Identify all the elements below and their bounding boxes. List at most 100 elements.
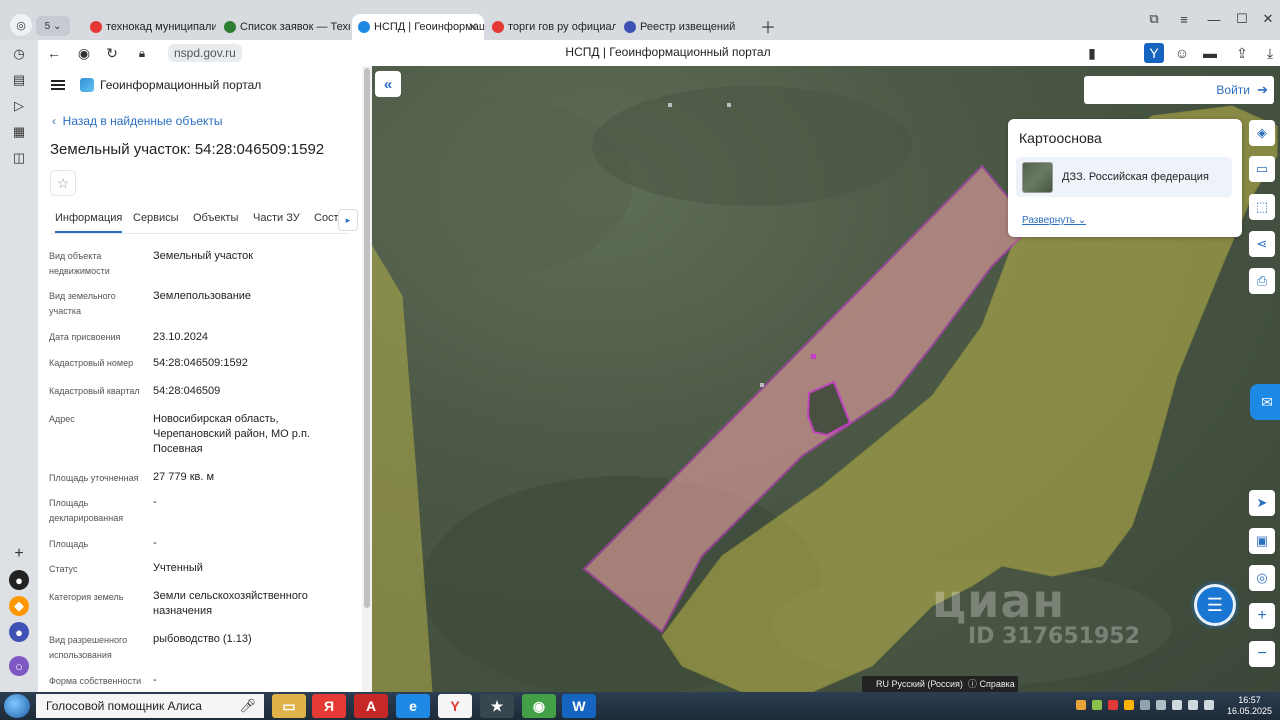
navigate-icon[interactable]: ➤ <box>1249 490 1275 516</box>
language-icon[interactable] <box>1204 700 1214 710</box>
music-icon[interactable]: ● <box>9 570 29 590</box>
field-value: Учтенный <box>153 562 203 574</box>
tray-icon[interactable] <box>1140 700 1150 710</box>
scrollbar-thumb[interactable] <box>364 68 370 608</box>
microphone-icon[interactable]: 🎤︎ <box>239 694 256 718</box>
yandex-favicon-icon <box>492 21 504 33</box>
field-value: - <box>153 496 157 508</box>
collections-icon[interactable]: ⧉ <box>1142 8 1166 30</box>
browser-tab[interactable]: Реестр извещений <box>618 14 750 40</box>
zone-polygon-left[interactable] <box>372 245 433 692</box>
taskbar-clock[interactable]: 16:57 16.05.2025 <box>1227 695 1272 717</box>
tray-icon[interactable] <box>1124 700 1134 710</box>
tabs-scroll-right-icon[interactable]: ▸ <box>338 209 358 231</box>
info-tabs: Информация Сервисы Объекты Части ЗУ Сост… <box>50 206 350 234</box>
file-explorer-icon[interactable]: ▭ <box>272 694 306 718</box>
minimap-icon[interactable]: ▣ <box>1249 528 1275 554</box>
tray-icon[interactable] <box>1156 700 1166 710</box>
browser-tab[interactable]: технокад муниципалитет <box>84 14 216 40</box>
start-icon[interactable] <box>4 694 30 718</box>
windows-taskbar: Голосовой помощник Алиса 🎤︎ ▭ Я A e Y ★ … <box>0 692 1280 720</box>
alice-icon[interactable]: ○ <box>9 656 29 676</box>
menu-icon[interactable] <box>51 80 65 90</box>
share-icon[interactable]: ⇪ <box>1232 43 1252 63</box>
browser-tab-active[interactable]: НСПД | Геоинформаци ✕ <box>352 14 484 40</box>
zoom-out-icon[interactable]: − <box>1249 641 1275 667</box>
mail-favicon-icon <box>224 21 236 33</box>
vertex-marker[interactable] <box>811 354 816 359</box>
locate-icon[interactable]: ◎ <box>1249 565 1275 591</box>
screenshot-icon[interactable]: ◫ <box>9 148 29 168</box>
add-icon[interactable]: + <box>9 544 29 564</box>
yandex-browser-icon[interactable]: Y <box>438 694 472 718</box>
chat-icon[interactable]: ☰ <box>1194 584 1236 626</box>
registry-favicon-icon <box>624 21 636 33</box>
clock-date: 16.05.2025 <box>1226 706 1272 716</box>
tray-icon[interactable] <box>1092 700 1102 710</box>
login-label: Войти <box>1216 83 1250 97</box>
ruler-icon[interactable]: ▭ <box>1249 156 1275 182</box>
panel-scrollbar[interactable] <box>362 66 372 692</box>
tab-objects[interactable]: Объекты <box>193 212 238 224</box>
back-arrow-icon[interactable]: ← <box>44 43 64 63</box>
bookmark-icon[interactable]: ▮ <box>1082 43 1102 63</box>
tab-counter[interactable]: 5 ⌄ <box>36 16 70 36</box>
field-label: Форма собственности <box>49 676 142 686</box>
messenger-icon[interactable]: ● <box>9 622 29 642</box>
internet-explorer-icon[interactable]: e <box>396 694 430 718</box>
vertex-marker[interactable] <box>727 103 731 107</box>
browser-logo-icon[interactable]: ◎ <box>10 14 32 36</box>
favorite-star-icon[interactable]: ☆ <box>50 170 76 196</box>
chrome-icon[interactable]: ◉ <box>522 694 556 718</box>
new-tab-icon[interactable]: ＋ <box>756 15 780 37</box>
address-bar: ← ◉ ↻ 🔒︎ nspd.gov.ru НСПД | Геоинформаци… <box>38 40 1280 66</box>
zoom-in-icon[interactable]: + <box>1249 603 1275 629</box>
yandex-icon[interactable]: Я <box>312 694 346 718</box>
tab-services[interactable]: Сервисы <box>133 212 179 224</box>
word-icon[interactable]: W <box>562 694 596 718</box>
maximize-icon[interactable]: ☐ <box>1230 8 1254 30</box>
play-icon[interactable]: ▷ <box>9 96 29 116</box>
media-app-icon[interactable]: ★ <box>480 694 514 718</box>
minimize-icon[interactable]: — <box>1202 8 1226 30</box>
vertex-marker[interactable] <box>668 103 672 107</box>
share-icon[interactable]: ⋖ <box>1249 231 1275 257</box>
pdf-reader-icon[interactable]: A <box>354 694 388 718</box>
browser-tab[interactable]: Список заявок — ТехноК <box>218 14 350 40</box>
tray-icon[interactable] <box>1076 700 1086 710</box>
tab-information[interactable]: Информация <box>55 212 123 233</box>
downloads-icon[interactable]: ▬ <box>1200 43 1220 63</box>
tray-icon[interactable] <box>1108 700 1118 710</box>
history-icon[interactable]: ◷ <box>9 44 29 64</box>
volume-icon[interactable] <box>1188 700 1198 710</box>
network-icon[interactable] <box>1172 700 1182 710</box>
tab-parts[interactable]: Части ЗУ <box>253 212 300 224</box>
browser-tab[interactable]: торги гов ру официальнь <box>486 14 616 40</box>
print-icon[interactable]: ⎙ <box>1249 268 1275 294</box>
notes-icon[interactable]: ▤ <box>9 70 29 90</box>
market-icon[interactable]: ◆ <box>9 596 29 616</box>
back-to-results-link[interactable]: ‹ Назад в найденные объекты <box>52 114 223 128</box>
select-area-icon[interactable]: ⬚ <box>1249 194 1275 220</box>
promo-tab-icon[interactable]: ✉ <box>1250 384 1280 420</box>
voice-assistant-field[interactable]: Голосовой помощник Алиса 🎤︎ <box>36 694 264 718</box>
vertex-marker[interactable] <box>760 383 764 387</box>
close-tab-icon[interactable]: ✕ <box>468 20 478 34</box>
extension-icon[interactable]: Y <box>1144 43 1164 63</box>
language-bar[interactable]: RU Русский (Россия) ⓘ Справка <box>862 676 1018 692</box>
reload-icon[interactable]: ↻ <box>102 43 122 63</box>
close-window-icon[interactable]: ✕ <box>1256 8 1280 30</box>
basemap-option[interactable]: ДЗЗ. Российская федерация <box>1016 157 1232 197</box>
download-arrow-icon[interactable]: ⤓ <box>1260 43 1280 63</box>
field-label: Площадь уточненная <box>49 473 139 483</box>
menu-icon[interactable]: ≡ <box>1172 8 1196 30</box>
expand-link[interactable]: Развернуть ⌄ <box>1022 215 1086 226</box>
profile-icon[interactable]: ☺ <box>1172 43 1192 63</box>
calendar-icon[interactable]: ▦ <box>9 122 29 142</box>
map-view[interactable]: « Войти ➔ Картооснова ДЗЗ. Российская фе… <box>372 66 1280 692</box>
layers-icon[interactable]: ◈ <box>1249 120 1275 146</box>
url-field[interactable]: nspd.gov.ru <box>168 44 242 62</box>
collapse-panel-button[interactable]: « <box>375 71 401 97</box>
protect-icon[interactable]: ◉ <box>74 43 94 63</box>
login-button[interactable]: Войти ➔ <box>1084 76 1274 104</box>
